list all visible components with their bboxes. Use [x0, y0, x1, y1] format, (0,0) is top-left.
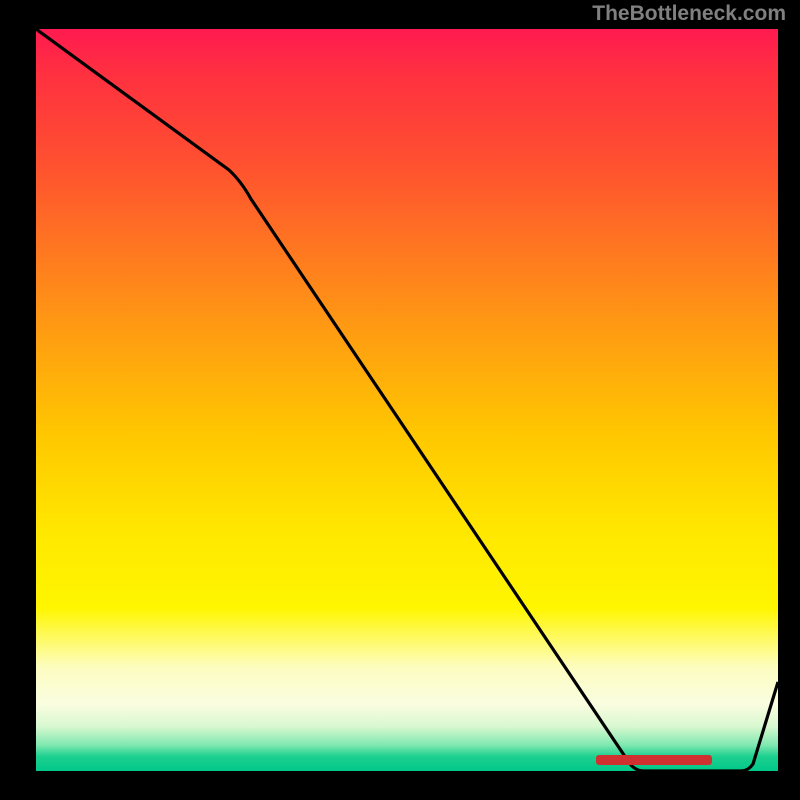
chart-container: TheBottleneck.com: [0, 0, 800, 800]
optimal-range-marker: [596, 755, 712, 765]
plot-area: [36, 29, 778, 771]
watermark-text: TheBottleneck.com: [592, 2, 786, 26]
chart-line: [36, 29, 778, 771]
line-chart-svg: [36, 29, 778, 771]
